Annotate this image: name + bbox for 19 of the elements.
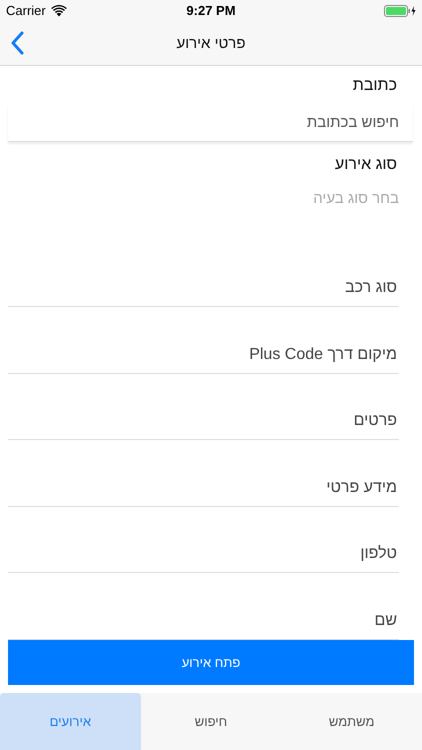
battery-charging-icon [384, 4, 416, 17]
text-field[interactable]: פרטים [8, 374, 399, 440]
tab[interactable]: משתמש [281, 693, 422, 750]
text-field[interactable]: טלפון [8, 506, 399, 574]
text-field[interactable]: מידע פרטי [8, 440, 399, 507]
screen-title: פרטי אירוע [176, 34, 246, 52]
submit-button[interactable]: פתח אירוע [8, 640, 414, 686]
address-label: כתובת [352, 76, 398, 96]
event-type-label: סוג אירוע [334, 154, 398, 175]
carrier-label: Carrier [6, 3, 46, 18]
tab[interactable]: אירועים [0, 693, 141, 750]
address-search-field[interactable]: חיפוש בכתובת [8, 104, 413, 142]
status-time: 9:27 PM [186, 3, 236, 18]
text-field[interactable]: סוג רכב [8, 240, 399, 308]
text-field[interactable]: מיקום דרך Plus Code [8, 307, 399, 374]
wifi-icon [50, 4, 67, 17]
event-type-picker[interactable]: בחר סוג בעיה [8, 182, 399, 228]
tab[interactable]: חיפוש [140, 693, 282, 750]
back-chevron-icon [10, 31, 24, 56]
